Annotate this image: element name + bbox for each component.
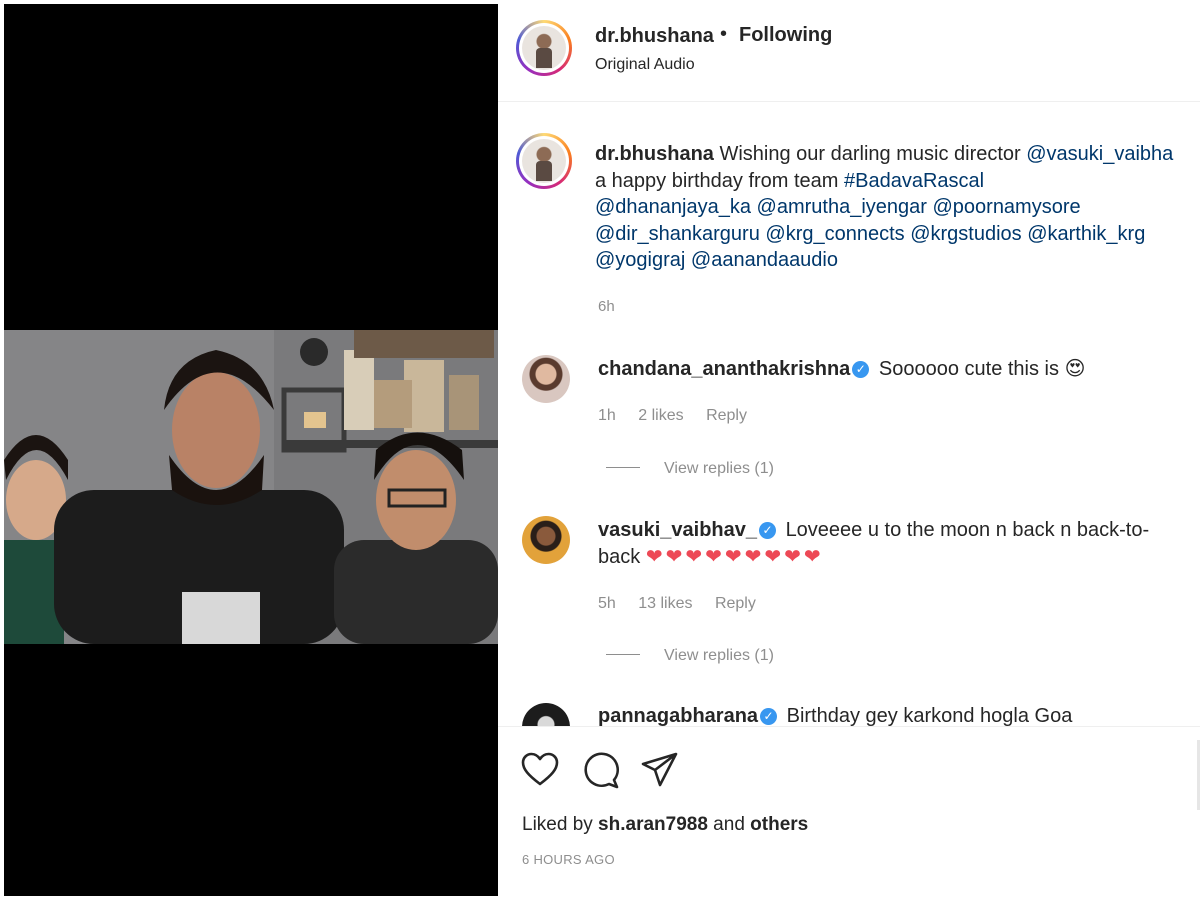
comment-meta: 5h 13 likes Reply [598, 595, 774, 613]
comment-username[interactable]: chandana_ananthakrishna [598, 358, 850, 380]
heart-emoji-icon: ❤❤❤❤❤❤❤❤❤ [645, 546, 824, 568]
comment-icon[interactable] [580, 750, 620, 790]
liked-by-others[interactable]: others [750, 814, 808, 835]
caption-mentions[interactable]: @dhananjaya_ka @amrutha_iyengar @poornam… [595, 196, 1081, 218]
view-replies[interactable]: View replies (1) [606, 460, 774, 478]
caption-mention[interactable]: @vasuki_vaibha [1026, 143, 1173, 165]
comment-time[interactable]: 1h [598, 407, 616, 424]
separator-dot: • [720, 23, 728, 45]
actions-divider [498, 726, 1200, 727]
comment-list-clip: pannagabharana ✓ Birthday gey karkond hog… [498, 700, 1200, 726]
view-replies[interactable]: View replies (1) [606, 647, 774, 665]
comment-likes[interactable]: 2 likes [638, 407, 683, 424]
liked-by-user[interactable]: sh.aran7988 [598, 814, 708, 835]
post-author-username[interactable]: dr.bhushana [595, 25, 714, 48]
view-replies-label[interactable]: View replies (1) [664, 460, 774, 477]
comment-text: Loveeee u to the moon n back n back-to- [785, 519, 1150, 541]
caption-mentions[interactable]: @dir_shankarguru @krg_connects @krgstudi… [595, 223, 1145, 245]
liked-by-prefix: Liked by [522, 814, 599, 835]
comment-meta: 1h 2 likes Reply [598, 407, 765, 425]
view-replies-line [606, 467, 640, 468]
share-icon[interactable] [640, 750, 680, 790]
caption-username[interactable]: dr.bhushana [595, 143, 714, 165]
post-caption: dr.bhushana Wishing our darling music di… [595, 141, 1195, 274]
reply-button[interactable]: Reply [715, 595, 756, 612]
liked-by: Liked by sh.aran7988 and others [522, 814, 808, 836]
comment-text: Soooooo cute this is [878, 358, 1059, 380]
caption-time[interactable]: 6h [598, 298, 615, 315]
comment-likes[interactable]: 13 likes [638, 595, 692, 612]
photo-illustration [4, 330, 498, 644]
comment-avatar[interactable] [522, 516, 570, 564]
comment: pannagabharana ✓ Birthday gey karkond hog… [598, 703, 1178, 726]
reply-button[interactable]: Reply [706, 407, 747, 424]
caption-mentions[interactable]: @yogigraj @aanandaaudio [595, 249, 838, 271]
post-details-panel: dr.bhushana • Following Original Audio d… [498, 0, 1200, 900]
comment-username[interactable]: vasuki_vaibhav_ [598, 519, 757, 541]
comment: chandana_ananthakrishna ✓ Soooooo cute th… [598, 356, 1178, 383]
post-author-avatar[interactable] [516, 20, 572, 76]
post-video[interactable] [4, 4, 498, 896]
caption-hashtag[interactable]: #BadavaRascal [844, 170, 984, 192]
media-panel [0, 0, 498, 900]
liked-by-and: and [707, 814, 751, 835]
audio-label[interactable]: Original Audio [595, 56, 695, 74]
post-photo [4, 330, 498, 644]
view-replies-label[interactable]: View replies (1) [664, 647, 774, 664]
view-replies-line [606, 654, 640, 655]
heart-icon[interactable] [520, 750, 560, 790]
caption-author-avatar[interactable] [516, 133, 572, 189]
comment-text: back [598, 546, 641, 568]
verified-badge-icon: ✓ [852, 361, 870, 378]
comment-avatar[interactable] [522, 355, 570, 403]
caption-text: a happy birthday from team [595, 169, 845, 192]
verified-badge-icon: ✓ [759, 522, 776, 539]
comment-avatar[interactable] [522, 703, 570, 726]
comment-text: Birthday gey karkond hogla Goa [786, 705, 1073, 726]
comment-time[interactable]: 5h [598, 595, 616, 612]
comment-username[interactable]: pannagabharana [598, 705, 758, 726]
following-button[interactable]: Following [739, 24, 832, 47]
comment: vasuki_vaibhav_ ✓ Loveeee u to the moon n… [598, 517, 1178, 571]
header-divider [498, 101, 1200, 102]
caption-text: Wishing our darling music director [719, 143, 1027, 165]
post-time-ago[interactable]: 6 HOURS AGO [522, 852, 615, 867]
verified-badge-icon: ✓ [760, 708, 778, 725]
emoji-heart-eyes-icon: 😍 [1064, 358, 1086, 380]
